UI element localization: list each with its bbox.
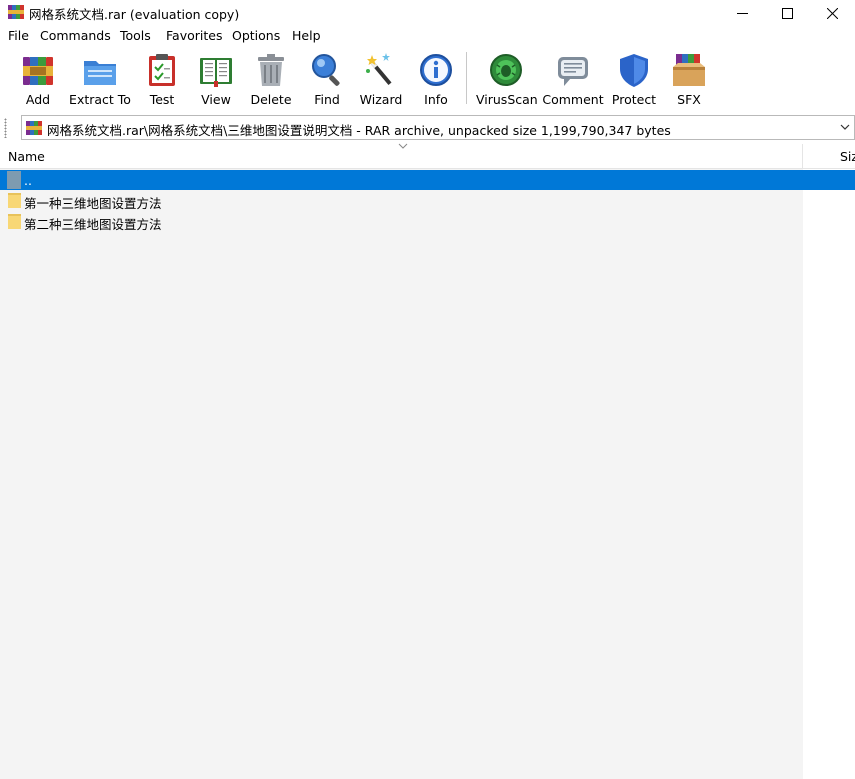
comment-button[interactable]: Comment xyxy=(542,51,604,107)
list-item[interactable]: 第二种三维地图设置方法 xyxy=(0,211,855,232)
info-icon xyxy=(420,54,452,86)
menu-favorites[interactable]: Favorites xyxy=(166,28,222,43)
list-item-parent[interactable]: .. xyxy=(0,170,855,190)
folder-icon xyxy=(8,193,21,208)
column-header-name[interactable]: Name xyxy=(0,143,803,168)
menu-file[interactable]: File xyxy=(8,28,29,43)
file-list: .. 第一种三维地图设置方法 第二种三维地图设置方法 xyxy=(0,169,855,779)
extract-to-label: Extract To xyxy=(69,92,131,107)
menu-options[interactable]: Options xyxy=(232,28,280,43)
address-path: 网格系统文档.rar\网格系统文档\三维地图设置说明文档 - RAR archi… xyxy=(47,123,671,138)
add-label: Add xyxy=(25,92,51,107)
virus-scan-icon xyxy=(490,54,522,86)
delete-trash-icon xyxy=(258,54,284,86)
find-magnifier-icon xyxy=(312,54,340,86)
maximize-button[interactable] xyxy=(764,0,810,26)
list-item[interactable]: 第一种三维地图设置方法 xyxy=(0,190,855,211)
wizard-label: Wizard xyxy=(359,92,403,107)
toolbar-separator xyxy=(466,52,467,104)
sfx-label: SFX xyxy=(677,92,701,107)
column-header-size[interactable]: Siz xyxy=(804,144,855,168)
info-label: Info xyxy=(424,92,448,107)
file-name: 第一种三维地图设置方法 xyxy=(24,196,162,211)
file-list-header: Name Siz xyxy=(0,143,855,169)
info-button[interactable]: Info xyxy=(416,51,456,107)
comment-label: Comment xyxy=(542,92,604,107)
close-icon xyxy=(826,7,838,19)
protect-shield-icon xyxy=(620,54,648,87)
delete-label: Delete xyxy=(250,92,292,107)
winrar-app-icon xyxy=(8,5,24,19)
menu-commands[interactable]: Commands xyxy=(40,28,111,43)
file-list-background xyxy=(0,169,803,779)
protect-label: Protect xyxy=(611,92,657,107)
archive-icon xyxy=(26,121,42,135)
sfx-button[interactable]: SFX xyxy=(668,51,710,107)
find-button[interactable]: Find xyxy=(306,51,348,107)
window-title: 网格系统文档.rar (evaluation copy) xyxy=(29,7,240,22)
maximize-icon xyxy=(781,7,793,19)
virusscan-label: VirusScan xyxy=(476,92,538,107)
column-size-label: Siz xyxy=(840,149,855,164)
add-button[interactable]: Add xyxy=(14,51,62,107)
test-label: Test xyxy=(149,92,175,107)
sort-arrow-icon xyxy=(398,143,408,149)
file-name: 第二种三维地图设置方法 xyxy=(24,217,162,232)
title-bar: 网格系统文档.rar (evaluation copy) xyxy=(0,0,855,26)
minimize-button[interactable] xyxy=(719,0,765,26)
view-book-icon xyxy=(200,58,232,87)
virusscan-button[interactable]: VirusScan xyxy=(476,51,538,107)
test-clipboard-icon xyxy=(149,54,175,86)
address-grip xyxy=(4,118,7,138)
sfx-box-icon xyxy=(673,54,705,86)
find-label: Find xyxy=(314,92,340,107)
add-archive-icon xyxy=(23,57,53,85)
test-button[interactable]: Test xyxy=(140,51,184,107)
menu-bar: File Commands Tools Favorites Options He… xyxy=(0,27,855,47)
menu-tools[interactable]: Tools xyxy=(120,28,151,43)
close-button[interactable] xyxy=(809,0,855,26)
comment-icon xyxy=(558,57,588,86)
extract-to-button[interactable]: Extract To xyxy=(66,51,134,107)
protect-button[interactable]: Protect xyxy=(610,51,658,107)
delete-button[interactable]: Delete xyxy=(248,51,294,107)
file-name: .. xyxy=(24,173,32,188)
view-label: View xyxy=(201,92,231,107)
menu-help[interactable]: Help xyxy=(292,28,321,43)
column-name-label: Name xyxy=(8,149,45,164)
address-bar[interactable]: 网格系统文档.rar\网格系统文档\三维地图设置说明文档 - RAR archi… xyxy=(21,115,855,140)
minimize-icon xyxy=(736,12,748,14)
extract-folder-icon xyxy=(84,61,116,85)
parent-folder-icon xyxy=(7,171,21,189)
view-button[interactable]: View xyxy=(194,51,238,107)
toolbar: Add Extract To Test View Delete Find Wiz… xyxy=(0,47,855,109)
wizard-button[interactable]: Wizard xyxy=(358,51,404,107)
wizard-wand-icon xyxy=(366,53,392,86)
chevron-down-icon[interactable] xyxy=(839,121,851,133)
folder-icon xyxy=(8,214,21,229)
